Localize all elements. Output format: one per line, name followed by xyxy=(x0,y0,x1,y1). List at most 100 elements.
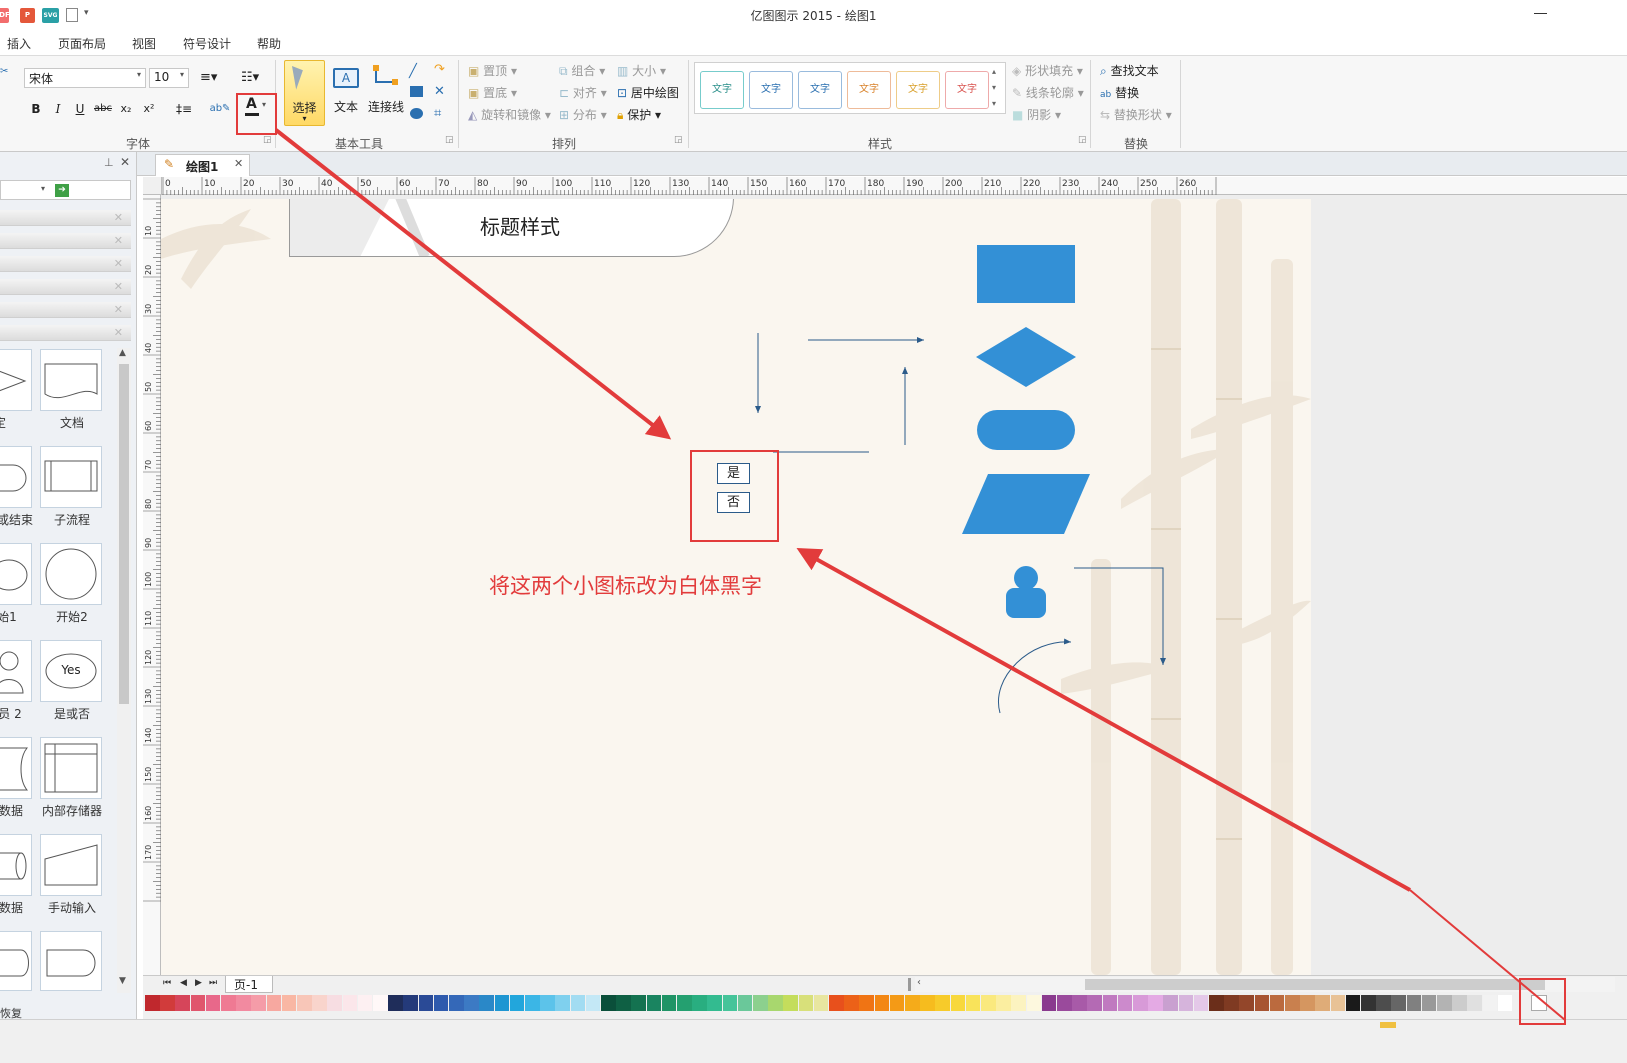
color-swatch[interactable] xyxy=(1330,995,1346,1011)
style-gallery-scroll[interactable]: ▴ ▾ ▾ xyxy=(992,64,996,112)
color-swatch[interactable] xyxy=(631,995,647,1011)
align-button[interactable]: ⊏ 对齐 ▾ xyxy=(559,84,607,101)
color-swatch[interactable] xyxy=(1224,995,1239,1011)
distribute-button[interactable]: ⊞ 分布 ▾ xyxy=(559,106,607,123)
color-swatch[interactable] xyxy=(829,995,844,1011)
tools-dialog-launcher-icon[interactable]: ◲ xyxy=(445,135,454,145)
color-swatch[interactable] xyxy=(266,995,282,1011)
color-swatch[interactable] xyxy=(449,995,464,1011)
document-shape-tile[interactable] xyxy=(40,349,102,411)
rotate-mirror-button[interactable]: ◭ 旋转和镜像 ▾ xyxy=(468,106,551,123)
last-page-icon[interactable]: ⏭ xyxy=(209,978,217,988)
manual-input-shape-tile[interactable] xyxy=(40,834,102,896)
styles-dialog-launcher-icon[interactable]: ◲ xyxy=(1078,135,1087,145)
minimize-icon[interactable] xyxy=(1534,13,1547,14)
color-swatch[interactable] xyxy=(920,995,935,1011)
color-swatch[interactable] xyxy=(783,995,799,1011)
next-page-icon[interactable]: ▶ xyxy=(195,978,202,988)
first-page-icon[interactable]: ⏮ xyxy=(163,978,171,988)
horizontal-scrollbar[interactable]: ‹ xyxy=(915,977,1615,992)
format-painter-icon[interactable]: ✂ xyxy=(0,66,8,80)
color-swatch[interactable] xyxy=(737,995,753,1011)
color-swatch[interactable] xyxy=(570,995,586,1011)
color-swatch[interactable] xyxy=(1209,995,1224,1011)
direct-data-shape-tile[interactable] xyxy=(0,834,32,896)
bring-to-front-button[interactable]: ▣ 置顶 ▾ xyxy=(468,62,517,79)
style-sample-4[interactable]: 文字 xyxy=(847,71,891,109)
person2-shape-tile[interactable] xyxy=(0,640,32,702)
font-color-button[interactable]: A ▾ xyxy=(243,96,267,118)
text-tool-button[interactable]: A 文本 xyxy=(331,60,361,126)
close-pane-icon[interactable]: ✕ xyxy=(120,155,130,169)
subscript-button[interactable]: x₂ xyxy=(117,100,135,118)
color-swatch[interactable] xyxy=(601,995,616,1011)
color-swatch[interactable] xyxy=(281,995,297,1011)
color-swatch[interactable] xyxy=(798,995,814,1011)
color-swatch[interactable] xyxy=(889,995,905,1011)
color-swatch[interactable] xyxy=(1026,995,1042,1011)
rectangle-tool-icon[interactable] xyxy=(410,86,423,97)
no-label-box[interactable]: 否 xyxy=(717,492,750,513)
strikethrough-button[interactable]: abc xyxy=(94,100,112,118)
decision-shape-tile[interactable] xyxy=(0,349,32,411)
color-swatch[interactable] xyxy=(509,995,525,1011)
highlight-icon[interactable]: ab✎ xyxy=(209,100,231,118)
data-parallelogram-shape[interactable] xyxy=(962,474,1090,534)
line-outline-button[interactable]: ✎ 线条轮廓 ▾ xyxy=(1012,84,1084,101)
color-swatch[interactable] xyxy=(403,995,419,1011)
color-swatch[interactable] xyxy=(935,995,951,1011)
font-size-select[interactable]: 10 ▾ xyxy=(149,68,189,88)
library-row[interactable]: ✕ xyxy=(0,210,131,226)
color-swatch[interactable] xyxy=(1148,995,1163,1011)
color-swatch[interactable] xyxy=(1300,995,1315,1011)
color-swatch[interactable] xyxy=(905,995,920,1011)
style-sample-2[interactable]: 文字 xyxy=(749,71,793,109)
size-button[interactable]: ▥ 大小 ▾ xyxy=(617,62,666,79)
color-swatch[interactable] xyxy=(297,995,312,1011)
select-tool-button[interactable]: 选择 ▾ xyxy=(284,60,325,126)
color-swatch[interactable] xyxy=(1452,995,1467,1011)
replace-shape-button[interactable]: ⇆ 替换形状 ▾ xyxy=(1100,106,1172,123)
shadow-button[interactable]: ■ 阴影 ▾ xyxy=(1012,106,1061,123)
color-swatch[interactable] xyxy=(1239,995,1255,1011)
start2-shape-tile[interactable] xyxy=(40,543,102,605)
color-swatch[interactable] xyxy=(190,995,206,1011)
color-swatch[interactable] xyxy=(1041,995,1057,1011)
restore-label[interactable]: 恢复 xyxy=(0,1005,22,1021)
color-swatch[interactable] xyxy=(1269,995,1285,1011)
tab-drawing1[interactable]: ✎ 绘图1 ✕ xyxy=(155,154,250,176)
color-swatch[interactable] xyxy=(1133,995,1148,1011)
color-swatch[interactable] xyxy=(707,995,723,1011)
color-swatch[interactable] xyxy=(525,995,540,1011)
process-rectangle-shape[interactable] xyxy=(977,245,1075,303)
send-to-back-button[interactable]: ▣ 置底 ▾ xyxy=(468,84,517,101)
menu-view[interactable]: 视图 xyxy=(132,35,156,52)
style-sample-3[interactable]: 文字 xyxy=(798,71,842,109)
color-swatch[interactable] xyxy=(1178,995,1194,1011)
center-drawing-button[interactable]: ⊡ 居中绘图 xyxy=(617,84,679,101)
align-text-icon[interactable]: ≡▾ xyxy=(200,70,217,85)
color-swatch[interactable] xyxy=(205,995,221,1011)
drawing-canvas[interactable]: 标题样式 是 否 将这两个小图标改为白体黑字 xyxy=(161,199,1311,975)
subprocess-shape-tile[interactable] xyxy=(40,446,102,508)
color-swatch[interactable] xyxy=(418,995,434,1011)
menu-insert[interactable]: 插入 xyxy=(7,35,31,52)
find-text-button[interactable]: ⌕ 查找文本 xyxy=(1100,62,1159,79)
connector-tool-button[interactable]: 连接线 xyxy=(366,60,406,126)
color-swatch[interactable] xyxy=(950,995,966,1011)
yes-label-box[interactable]: 是 xyxy=(717,463,750,484)
color-swatch[interactable] xyxy=(844,995,859,1011)
internal-storage-shape-tile[interactable] xyxy=(40,737,102,799)
color-swatch[interactable] xyxy=(1285,995,1300,1011)
go-icon[interactable]: ➔ xyxy=(55,184,69,197)
menu-help[interactable]: 帮助 xyxy=(257,35,281,52)
delay2-shape-tile[interactable] xyxy=(40,931,102,991)
color-swatch[interactable] xyxy=(1163,995,1179,1011)
menu-symbol-design[interactable]: 符号设计 xyxy=(183,35,231,52)
color-swatch[interactable] xyxy=(646,995,662,1011)
font-family-select[interactable]: 宋体 ▾ xyxy=(24,68,146,88)
splitter-handle[interactable] xyxy=(908,978,911,991)
color-swatch[interactable] xyxy=(1254,995,1270,1011)
bullet-list-icon[interactable]: ☷▾ xyxy=(241,70,259,85)
color-swatch[interactable] xyxy=(1497,995,1513,1011)
